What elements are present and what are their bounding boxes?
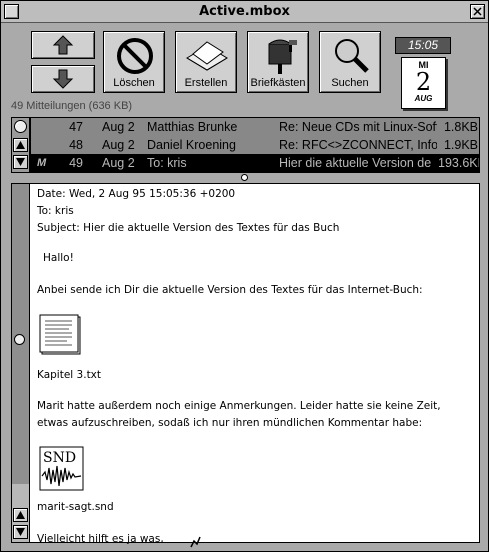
paragraph-line: etwas aufzuschreiben, sodaß ich nur ihre…	[37, 417, 423, 429]
close-button[interactable]	[470, 4, 485, 19]
body-scroll-up-button[interactable]	[13, 508, 28, 522]
header-subject: Subject: Hier die aktuelle Version des T…	[37, 222, 340, 234]
previous-message-button[interactable]	[31, 31, 95, 59]
arrow-up-icon	[52, 35, 74, 55]
text-document-icon[interactable]	[39, 314, 83, 356]
message-sender: Matthias Brunke	[147, 120, 238, 134]
create-button[interactable]: Erstellen	[175, 31, 237, 93]
calendar-month: AUG	[414, 94, 433, 103]
prohibited-icon	[117, 38, 153, 74]
attachment-filename[interactable]: marit-sagt.snd	[37, 499, 114, 515]
toolbar: Löschen Erstellen Briefkästen Suchen 15:…	[1, 24, 488, 109]
calendar-icon: MI 2 AUG	[401, 57, 446, 109]
greeting-text: Hallo!	[43, 252, 74, 264]
message-number: 48	[69, 138, 83, 152]
search-label: Suchen	[331, 77, 369, 89]
triangle-up-icon	[16, 511, 25, 519]
message-subject: Re: Neue CDs mit Linux-Softw	[279, 120, 437, 134]
header-to: To: kris	[37, 205, 74, 217]
message-row[interactable]: 47 Aug 2 Matthias Brunke Re: Neue CDs mi…	[31, 118, 479, 136]
closing-text: Vielleicht hilft es ja was,	[37, 533, 164, 545]
message-subject: Hier die aktuelle Version de	[279, 156, 432, 170]
message-date: Aug 2	[102, 156, 135, 170]
list-scroll-down-button[interactable]	[13, 155, 28, 169]
message-date: Aug 2	[102, 120, 135, 134]
envelope-icon	[186, 41, 228, 71]
list-scroll-thumb[interactable]	[14, 120, 27, 133]
resize-handle-icon[interactable]	[189, 535, 203, 549]
mail-window: Active.mbox Löschen Erstellen Briefkäste…	[0, 0, 489, 552]
message-number: 47	[69, 120, 83, 134]
triangle-down-icon	[16, 158, 25, 166]
message-row-selected[interactable]: M 49 Aug 2 To: kris Hier die aktuelle Ve…	[31, 154, 479, 172]
list-scroll-up-button[interactable]	[13, 138, 28, 152]
triangle-down-icon	[16, 528, 25, 536]
message-subject: Re: RFC<>ZCONNECT, Infos	[279, 138, 437, 152]
message-flag: M	[37, 157, 47, 169]
splitter-handle[interactable]	[241, 174, 248, 181]
sound-file-label: SND	[43, 450, 76, 466]
message-size: 193.6KB	[438, 156, 479, 170]
message-body-pane: Date: Wed, 2 Aug 95 15:05:36 +0200 To: k…	[11, 183, 480, 545]
header-date: Date: Wed, 2 Aug 95 15:05:36 +0200	[37, 188, 236, 200]
arrow-down-icon	[52, 69, 74, 89]
message-row[interactable]: 48 Aug 2 Daniel Kroening Re: RFC<>ZCONNE…	[31, 136, 479, 154]
next-message-button[interactable]	[31, 65, 95, 93]
clock-display: 15:05	[395, 37, 451, 54]
title-bar[interactable]: Active.mbox	[1, 1, 488, 23]
create-label: Erstellen	[184, 77, 228, 89]
list-scrollbar[interactable]	[12, 118, 30, 172]
sound-file-icon[interactable]: SND	[39, 446, 85, 492]
message-date: Aug 2	[102, 138, 135, 152]
calendar-day: 2	[415, 68, 432, 96]
triangle-up-icon	[16, 141, 25, 149]
magnifier-icon	[335, 39, 369, 73]
message-list: 47 Aug 2 Matthias Brunke Re: Neue CDs mi…	[11, 117, 480, 173]
message-size: 1.8KB	[443, 120, 478, 134]
body-scroll-thumb[interactable]	[14, 334, 25, 345]
delete-label: Löschen	[113, 77, 155, 89]
mailboxes-label: Briefkästen	[250, 77, 306, 89]
body-scroll-track-end	[12, 484, 29, 542]
message-number: 49	[69, 156, 83, 170]
mailbox-icon	[268, 39, 297, 74]
attachment-filename[interactable]: Kapitel 3.txt	[37, 367, 101, 383]
body-scrollbar[interactable]	[12, 184, 30, 542]
close-icon	[473, 7, 482, 16]
message-sender: To: kris	[147, 156, 187, 170]
search-button[interactable]: Suchen	[319, 31, 381, 93]
window-title: Active.mbox	[199, 4, 290, 19]
message-sender: Daniel Kroening	[147, 138, 236, 152]
paragraph-line: Marit hatte außerdem noch einige Anmerku…	[37, 400, 441, 412]
mailboxes-button[interactable]: Briefkästen	[247, 31, 309, 93]
message-count: 49 Mitteilungen (636 KB)	[11, 100, 133, 112]
delete-button[interactable]: Löschen	[103, 31, 165, 93]
message-rows: 47 Aug 2 Matthias Brunke Re: Neue CDs mi…	[31, 118, 479, 172]
intro-text: Anbei sende ich Dir die aktuelle Version…	[37, 284, 423, 296]
message-size: 1.9KB	[443, 138, 478, 152]
body-scroll-down-button[interactable]	[13, 525, 28, 539]
